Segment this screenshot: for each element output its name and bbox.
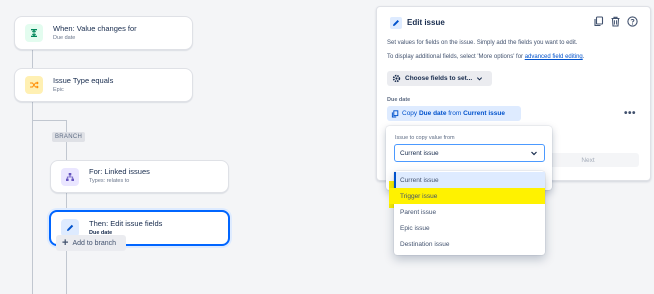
copy-value-pill[interactable]: Copy Due date from Current issue <box>387 106 521 121</box>
next-button[interactable]: Next <box>537 153 639 167</box>
more-options-icon[interactable]: ••• <box>624 108 636 119</box>
chevron-down-icon <box>477 77 483 81</box>
branch-subtitle: Types: relates to <box>89 178 130 184</box>
select-value: Current issue <box>400 149 439 157</box>
menu-option-epic-issue[interactable]: Epic issue <box>394 220 545 236</box>
chevron-down-icon <box>531 151 537 156</box>
panel-actions <box>592 15 638 27</box>
branch-connector <box>66 193 67 211</box>
help-icon[interactable] <box>626 15 638 27</box>
popover-label: Issue to copy value from <box>395 135 455 141</box>
condition-title: Issue Type equals <box>53 75 114 85</box>
pencil-icon <box>390 16 402 29</box>
gear-icon <box>392 74 401 83</box>
choose-fields-label: Choose fields to set... <box>405 75 473 82</box>
panel-description: Set values for fields on the issue. Simp… <box>387 40 578 46</box>
flow-connector <box>32 102 33 294</box>
panel-description-more: To display additional fields, select 'Mo… <box>387 54 585 60</box>
menu-option-destination-issue[interactable]: Destination issue <box>394 236 545 252</box>
trash-icon[interactable] <box>609 15 621 27</box>
branch-connector <box>66 246 67 294</box>
add-to-branch-button[interactable]: + Add to branch <box>56 235 126 251</box>
hierarchy-icon <box>61 167 79 186</box>
trigger-title: When: Value changes for <box>53 23 137 33</box>
issue-source-menu: Current issue Trigger issue Parent issue… <box>389 171 545 255</box>
condition-subtitle: Epic <box>53 86 64 93</box>
branch-connector <box>32 120 66 121</box>
copy-icon[interactable] <box>592 15 604 27</box>
menu-option-current-issue[interactable]: Current issue <box>394 172 545 188</box>
shuffle-icon <box>25 76 43 94</box>
add-to-branch-label: Add to branch <box>72 239 117 247</box>
plus-icon: + <box>62 236 69 249</box>
condition-node[interactable]: Issue Type equals Epic <box>14 68 193 102</box>
trigger-icon <box>25 24 43 42</box>
issue-source-select[interactable]: Current issue <box>394 144 545 162</box>
trigger-node[interactable]: When: Value changes for Due date <box>14 16 193 50</box>
panel-title: Edit issue <box>407 18 445 27</box>
copy-pill-text: Copy Due date from Current issue <box>402 110 505 117</box>
copy-icon <box>391 109 399 118</box>
menu-option-parent-issue[interactable]: Parent issue <box>394 204 545 220</box>
flow-connector <box>32 50 33 68</box>
trigger-subtitle: Due date <box>53 34 76 41</box>
branch-title: For: Linked issues <box>89 167 150 176</box>
branch-tag: BRANCH <box>52 132 86 142</box>
action-title: Then: Edit issue fields <box>89 218 163 228</box>
branch-node[interactable]: For: Linked issues Types: relates to <box>50 160 229 193</box>
field-label: Due date <box>387 97 411 103</box>
automation-canvas: When: Value changes for Due date Issue T… <box>0 0 654 294</box>
choose-fields-button[interactable]: Choose fields to set... <box>387 71 492 86</box>
advanced-field-editing-link[interactable]: advanced field editing <box>525 54 583 60</box>
menu-option-trigger-issue[interactable]: Trigger issue <box>389 188 545 204</box>
